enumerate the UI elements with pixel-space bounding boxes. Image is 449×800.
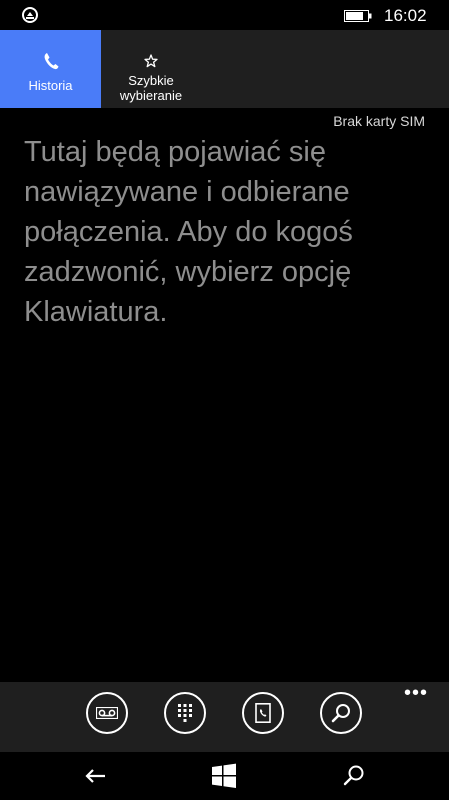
status-bar: 16:02 (0, 0, 449, 30)
phone-icon (44, 53, 58, 70)
empty-history-message: Tutaj będą pojawiać się nawiązywane i od… (24, 136, 353, 328)
windows-start-icon[interactable] (210, 762, 238, 790)
keypad-icon (178, 704, 192, 722)
app-bar: ••• (0, 682, 449, 752)
voicemail-button[interactable] (86, 692, 128, 734)
navigation-bar (0, 752, 449, 800)
contacts-button[interactable] (242, 692, 284, 734)
back-icon[interactable] (82, 762, 110, 790)
search-button[interactable] (320, 692, 362, 734)
clock: 16:02 (384, 6, 427, 25)
notification-icon (22, 7, 38, 23)
tab-history-label: Historia (28, 78, 73, 93)
contacts-icon (255, 703, 271, 723)
keypad-button[interactable] (164, 692, 206, 734)
more-button[interactable]: ••• (400, 682, 432, 706)
voicemail-icon (96, 707, 118, 719)
battery-icon (344, 10, 372, 22)
tab-history[interactable]: Historia (0, 30, 101, 108)
tab-speed-dial-label: Szybkie wybieranie (119, 73, 183, 103)
star-icon (144, 54, 158, 68)
search-icon[interactable] (340, 762, 368, 790)
sim-status: Brak karty SIM (333, 113, 425, 129)
tab-speed-dial[interactable]: Szybkie wybieranie (101, 30, 201, 108)
search-icon (331, 704, 350, 723)
tab-bar: Historia Szybkie wybieranie (0, 30, 449, 108)
